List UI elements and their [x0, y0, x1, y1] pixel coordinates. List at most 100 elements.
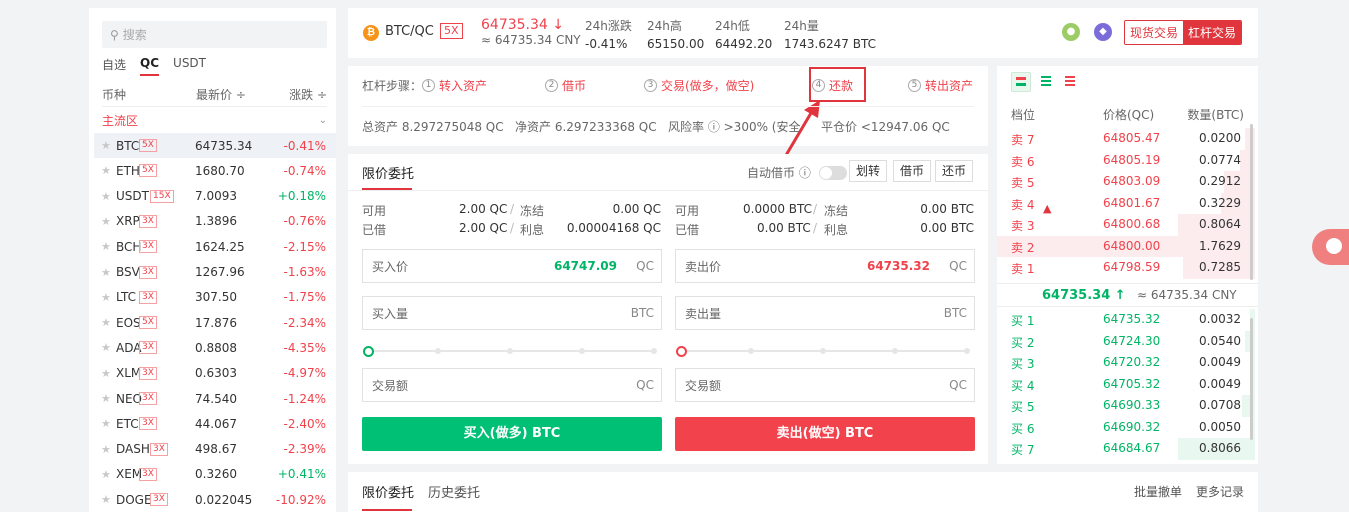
- btc-coin-icon: ₿: [363, 25, 379, 41]
- book-view-both-icon[interactable]: [1011, 72, 1031, 92]
- star-icon[interactable]: ★: [101, 493, 111, 506]
- bid-row[interactable]: 买 6 64690.32 0.0050: [997, 416, 1255, 438]
- star-icon[interactable]: ★: [101, 417, 111, 430]
- market-change: -2.34%: [283, 315, 326, 330]
- market-row-btc[interactable]: ★ BTC 5X 64735.34 -0.41%: [94, 133, 336, 158]
- buy-amount-slider[interactable]: [363, 346, 660, 357]
- book-side: 卖 6: [1011, 154, 1035, 169]
- star-icon[interactable]: ★: [101, 190, 111, 203]
- sell-short-button[interactable]: 卖出(做空) BTC: [675, 417, 975, 451]
- star-icon[interactable]: ★: [101, 291, 111, 304]
- star-icon[interactable]: ★: [101, 164, 111, 177]
- ask-row[interactable]: 卖 4 64801.67 0.3229: [997, 192, 1255, 214]
- step-3-trade[interactable]: 3 交易(做多，做空): [644, 77, 754, 94]
- sell-price-input[interactable]: 卖出价 64735.32 QC: [675, 249, 975, 283]
- bid-row[interactable]: 买 3 64720.32 0.0049: [997, 352, 1255, 374]
- step-5-transfer-out[interactable]: 5 转出资产: [908, 77, 973, 94]
- star-icon[interactable]: ★: [101, 341, 111, 354]
- buy-slider-knob[interactable]: [363, 346, 374, 357]
- book-qty: 0.0049: [1199, 355, 1241, 369]
- book-price: 64724.30: [1103, 333, 1161, 348]
- bid-row[interactable]: 买 7 64684.67 0.8066: [997, 438, 1255, 460]
- star-icon[interactable]: ★: [101, 139, 111, 152]
- repay-button[interactable]: 还币: [935, 160, 974, 182]
- ask-row[interactable]: 卖 5 64803.09 0.2912: [997, 171, 1255, 193]
- ask-row[interactable]: 卖 7 64805.47 0.0200: [997, 128, 1255, 150]
- market-row-doge[interactable]: ★ DOGE 3X 0.022045 -10.92%: [94, 487, 336, 512]
- col-price[interactable]: 最新价 ÷: [196, 86, 246, 103]
- ask-row[interactable]: 卖 1 64798.59 0.7285: [997, 257, 1255, 279]
- tab-favorites[interactable]: 自选: [102, 56, 126, 76]
- search-input[interactable]: [122, 27, 303, 42]
- col-change[interactable]: 涨跌 ÷: [289, 86, 327, 103]
- market-row-xrp[interactable]: ★ XRP 3X 1.3896 -0.76%: [94, 209, 336, 234]
- market-row-etc[interactable]: ★ ETC 3X 44.067 -2.40%: [94, 411, 336, 436]
- sell-amount-input[interactable]: 卖出量 BTC: [675, 296, 975, 330]
- bids-scrollbar[interactable]: [1250, 318, 1253, 440]
- market-row-ltc[interactable]: ★ LTC 3X 307.50 -1.75%: [94, 285, 336, 310]
- buy-price-input[interactable]: 买入价 64747.09 QC: [362, 249, 662, 283]
- ask-row[interactable]: 卖 2 64800.00 1.7629: [997, 235, 1255, 257]
- tab-order-history[interactable]: 历史委托: [428, 482, 480, 501]
- star-icon[interactable]: ★: [101, 215, 111, 228]
- market-row-dash[interactable]: ★ DASH 3X 498.67 -2.39%: [94, 437, 336, 462]
- buy-amount-input[interactable]: 买入量 BTC: [362, 296, 662, 330]
- book-qty: 0.2912: [1199, 174, 1241, 188]
- market-row-usdt[interactable]: ★ USDT 15X 7.0093 +0.18%: [94, 184, 336, 209]
- star-icon[interactable]: ★: [101, 392, 111, 405]
- star-icon[interactable]: ★: [101, 443, 111, 456]
- tab-open-orders[interactable]: 限价委托: [362, 482, 414, 501]
- market-row-xem[interactable]: ★ XEM 3X 0.3260 +0.41%: [94, 462, 336, 487]
- sell-amount-slider[interactable]: [676, 346, 973, 357]
- market-row-neo[interactable]: ★ NEO 3X 74.540 -1.24%: [94, 386, 336, 411]
- col-coin[interactable]: 币种: [102, 86, 126, 103]
- book-view-asks-icon[interactable]: [1061, 72, 1081, 92]
- pair-name[interactable]: BTC/QC: [385, 24, 434, 39]
- transfer-button[interactable]: 划转: [849, 160, 888, 182]
- margin-mode-button[interactable]: 杠杆交易: [1183, 21, 1242, 44]
- market-row-bch[interactable]: ★ BCH 3X 1624.25 -2.15%: [94, 234, 336, 259]
- market-row-eth[interactable]: ★ ETH 5X 1680.70 -0.74%: [94, 158, 336, 183]
- theme-icon[interactable]: ●: [1062, 23, 1080, 41]
- tab-qc[interactable]: QC: [140, 56, 160, 76]
- search-box[interactable]: ⚲: [102, 21, 327, 48]
- book-side: 卖 1: [1011, 262, 1035, 276]
- more-records-link[interactable]: 更多记录: [1196, 483, 1244, 500]
- bid-row[interactable]: 买 2 64724.30 0.0540: [997, 330, 1255, 352]
- tab-usdt[interactable]: USDT: [173, 56, 206, 76]
- book-side: 买 7: [1011, 443, 1035, 457]
- ask-row[interactable]: 卖 3 64800.68 0.8064: [997, 214, 1255, 236]
- zone-header[interactable]: 主流区 ⌄: [102, 112, 327, 129]
- risk-rate: 风险率 ⓘ >300% (安全: [668, 120, 801, 134]
- market-row-bsv[interactable]: ★ BSV 3X 1267.96 -1.63%: [94, 260, 336, 285]
- sell-total-input[interactable]: 交易额 QC: [675, 368, 975, 402]
- star-icon[interactable]: ★: [101, 316, 111, 329]
- star-icon[interactable]: ★: [101, 367, 111, 380]
- market-row-ada[interactable]: ★ ADA 3X 0.8808 -4.35%: [94, 335, 336, 360]
- batch-cancel-link[interactable]: 批量撤单: [1134, 483, 1182, 500]
- star-icon[interactable]: ★: [101, 468, 111, 481]
- tab-limit-order[interactable]: 限价委托: [362, 163, 414, 182]
- buy-total-input[interactable]: 交易额 QC: [362, 368, 662, 402]
- market-row-eos[interactable]: ★ EOS 5X 17.876 -2.34%: [94, 310, 336, 335]
- bid-row[interactable]: 买 5 64690.33 0.0708: [997, 395, 1255, 417]
- spot-mode-button[interactable]: 现货交易: [1125, 21, 1184, 44]
- borrow-button[interactable]: 借币: [893, 160, 932, 182]
- market-symbol: BSV: [116, 265, 140, 279]
- step-1-transfer-in[interactable]: 1 转入资产: [422, 77, 487, 94]
- asks-scrollbar[interactable]: [1250, 124, 1253, 280]
- bid-row[interactable]: 买 1 64735.32 0.0032: [997, 309, 1255, 331]
- settings-icon[interactable]: ◆: [1094, 23, 1112, 41]
- book-view-bids-icon[interactable]: [1037, 72, 1057, 92]
- ask-row[interactable]: 卖 6 64805.19 0.0774: [997, 149, 1255, 171]
- chat-support-button[interactable]: [1312, 229, 1349, 265]
- step-2-borrow[interactable]: 2 借币: [545, 77, 586, 94]
- sell-slider-knob[interactable]: [676, 346, 687, 357]
- star-icon[interactable]: ★: [101, 266, 111, 279]
- bid-row[interactable]: 买 4 64705.32 0.0049: [997, 373, 1255, 395]
- buy-long-button[interactable]: 买入(做多) BTC: [362, 417, 662, 451]
- auto-borrow-toggle[interactable]: [818, 165, 847, 180]
- market-row-xlm[interactable]: ★ XLM 3X 0.6303 -4.97%: [94, 361, 336, 386]
- total-assets: 总资产 8.297275048 QC: [362, 120, 504, 134]
- star-icon[interactable]: ★: [101, 240, 111, 253]
